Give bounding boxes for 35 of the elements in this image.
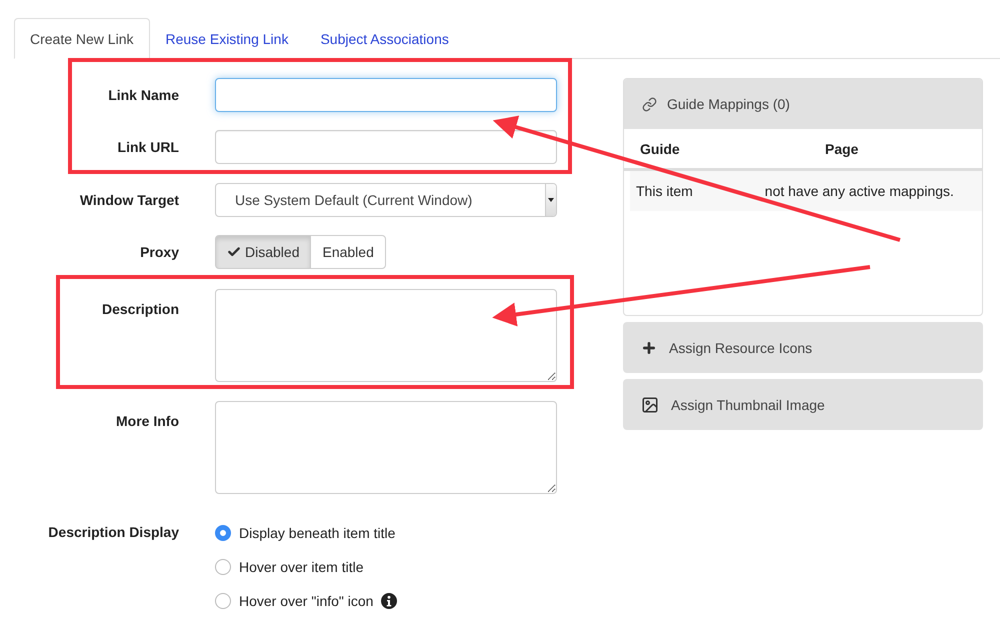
field-label: Link URL (116, 138, 179, 155)
link-icon (642, 96, 657, 112)
text-field[interactable] (215, 78, 557, 112)
tab[interactable]: Create New Link (14, 18, 150, 59)
field-label: Link Name (107, 86, 179, 103)
text-area[interactable] (215, 289, 557, 382)
select-field[interactable]: Use System Default (Current Window) (215, 183, 557, 217)
panel-title: Assign Resource Icons (669, 340, 812, 356)
field-label: Description Display (47, 523, 179, 540)
panel-title: Guide Mappings (0) (667, 96, 790, 112)
toggle-button[interactable]: Disabled (215, 235, 312, 269)
check-icon (227, 245, 241, 259)
field-label: Window Target (78, 191, 179, 208)
radio-label: Display beneath item title (239, 525, 396, 541)
radio-label: Hover over "info" icon (239, 593, 374, 609)
text-area[interactable] (215, 401, 557, 494)
panel-title: Assign Thumbnail Image (671, 396, 825, 412)
field-label: More Info (115, 412, 179, 429)
radio-label: Hover over item title (239, 559, 364, 575)
field-label: Proxy (139, 243, 179, 260)
empty-message: not have any active mappings. (764, 183, 954, 199)
radio-button[interactable] (215, 525, 231, 541)
panel-bar[interactable]: Assign Resource Icons (623, 322, 983, 373)
image-icon (641, 396, 659, 414)
plus-icon (641, 340, 657, 356)
column-header: Page (825, 140, 860, 156)
radio-button[interactable] (215, 593, 231, 609)
empty-message: This item (636, 183, 693, 199)
caret-icon (545, 184, 556, 216)
toggle-button[interactable]: Enabled (310, 235, 386, 269)
text-field[interactable] (215, 130, 557, 164)
panel-bar[interactable]: Assign Thumbnail Image (623, 379, 983, 430)
radio-button[interactable] (215, 559, 231, 575)
field-label: Description (100, 300, 179, 317)
column-header: Guide (640, 140, 681, 156)
